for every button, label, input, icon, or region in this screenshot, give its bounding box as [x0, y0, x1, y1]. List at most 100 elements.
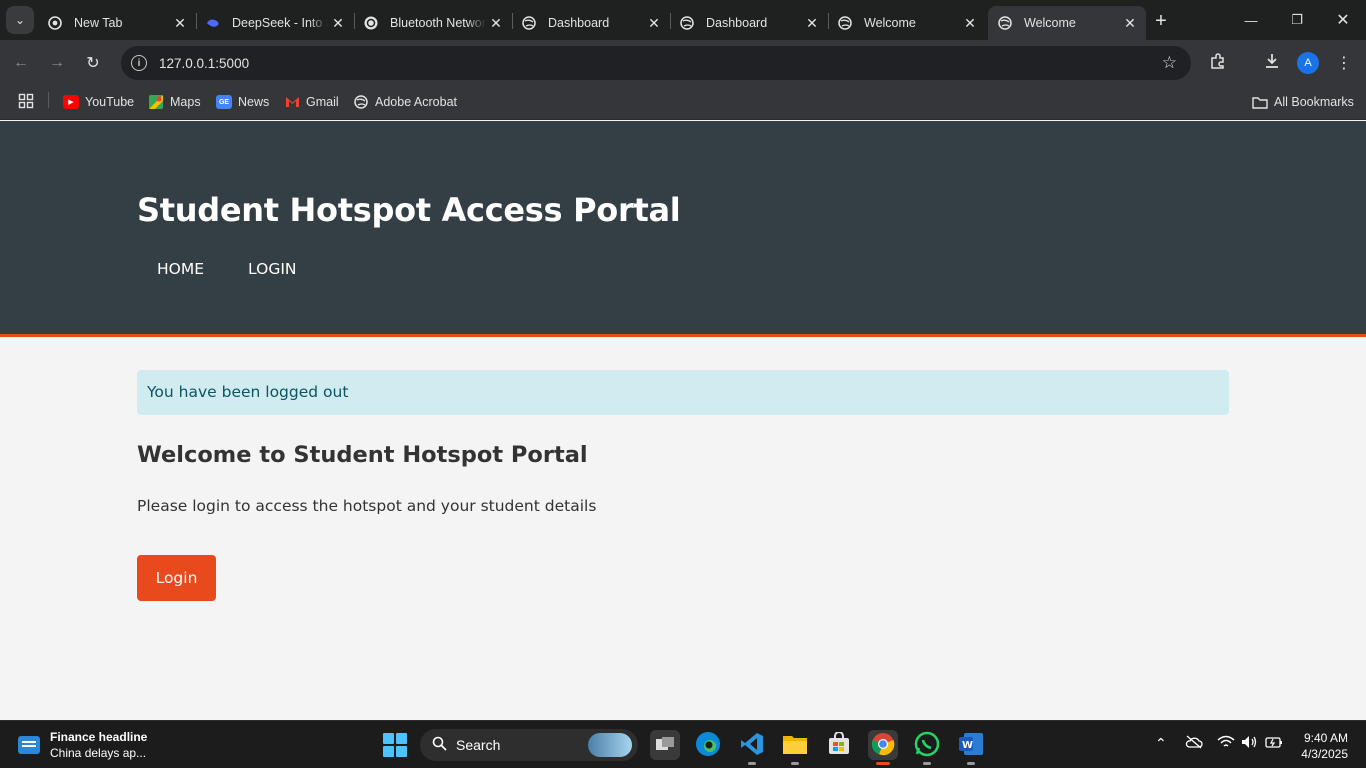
- nav-home-link[interactable]: HOME: [157, 260, 204, 278]
- close-icon[interactable]: ✕: [960, 13, 980, 33]
- close-icon[interactable]: ✕: [170, 13, 190, 33]
- tab-welcome-1[interactable]: Welcome ✕: [828, 6, 986, 40]
- downloads-button[interactable]: [1259, 50, 1285, 76]
- bookmark-youtube[interactable]: ▶ YouTube: [63, 93, 134, 111]
- site-nav: HOME LOGIN: [157, 260, 341, 278]
- site-title: Student Hotspot Access Portal: [137, 191, 681, 229]
- close-icon[interactable]: ✕: [328, 13, 348, 33]
- bookmark-label: YouTube: [85, 95, 135, 109]
- chrome-app[interactable]: [868, 730, 898, 765]
- news-widget-icon: [18, 736, 40, 754]
- onedrive-icon[interactable]: [1185, 735, 1203, 752]
- vscode-app[interactable]: [737, 730, 767, 765]
- close-icon[interactable]: ✕: [1120, 13, 1140, 33]
- edge-app[interactable]: [693, 730, 723, 760]
- wifi-icon[interactable]: [1217, 735, 1235, 752]
- bookmark-label: Adobe Acrobat: [375, 95, 458, 109]
- taskbar: Finance headline China delays ap... Sear…: [0, 720, 1366, 768]
- forward-button[interactable]: →: [44, 50, 70, 76]
- chevron-up-icon[interactable]: ⌃: [1155, 735, 1167, 752]
- close-icon: ✕: [1336, 12, 1350, 29]
- task-view-icon: [655, 736, 675, 755]
- globe-icon: [522, 16, 536, 30]
- site-info-icon[interactable]: i: [131, 55, 147, 71]
- whatsapp-app[interactable]: [912, 730, 942, 765]
- tab-title: Bluetooth Network: [390, 16, 486, 30]
- welcome-heading: Welcome to Student Hotspot Portal: [137, 442, 588, 468]
- task-view-button[interactable]: [650, 730, 680, 760]
- extensions-button[interactable]: [1205, 50, 1231, 76]
- system-clock[interactable]: 9:40 AM 4/3/2025: [1296, 730, 1348, 762]
- file-explorer-app[interactable]: [780, 730, 810, 765]
- close-icon[interactable]: ✕: [486, 13, 506, 33]
- restore-icon: ❐: [1291, 12, 1303, 27]
- all-bookmarks-label: All Bookmarks: [1274, 95, 1354, 109]
- tab-title: Dashboard: [548, 16, 610, 30]
- address-bar[interactable]: i 127.0.0.1:5000 ☆: [121, 46, 1191, 80]
- search-highlight-art: [588, 733, 632, 757]
- tab-dashboard-1[interactable]: Dashboard ✕: [512, 6, 670, 40]
- news-headline: Finance headline: [50, 730, 148, 744]
- store-app[interactable]: [824, 730, 854, 760]
- minimize-button[interactable]: —: [1228, 6, 1274, 34]
- bookmark-news[interactable]: GE News: [216, 93, 269, 111]
- tab-title: DeepSeek - Into the Unknown: [232, 16, 328, 30]
- close-icon[interactable]: ✕: [802, 13, 822, 33]
- bookmark-star-icon[interactable]: ☆: [1162, 53, 1177, 73]
- folder-icon: [1252, 95, 1268, 109]
- news-subline: China delays ap...: [50, 746, 147, 760]
- tab-bluetooth[interactable]: Bluetooth Network ✕: [354, 6, 512, 40]
- globe-icon: [838, 16, 852, 30]
- globe-icon: [998, 16, 1012, 30]
- login-button[interactable]: Login: [137, 555, 216, 601]
- browser-toolbar: ← → ↻ i 127.0.0.1:5000 ☆ ⋮: [0, 40, 1366, 85]
- close-icon[interactable]: ✕: [644, 13, 664, 33]
- volume-icon[interactable]: [1241, 735, 1259, 752]
- restore-button[interactable]: ❐: [1274, 6, 1320, 34]
- new-tab-button[interactable]: +: [1148, 8, 1174, 34]
- search-icon: [432, 736, 447, 755]
- kebab-menu-icon: ⋮: [1336, 55, 1352, 72]
- globe-icon: [680, 16, 694, 30]
- tab-search-button[interactable]: ⌄: [6, 6, 34, 34]
- site-header: Student Hotspot Access Portal HOME LOGIN: [0, 121, 1366, 337]
- bookmarks-bar: ▶ YouTube Maps GE News Gmail Adobe Acrob…: [0, 85, 1366, 120]
- reload-button[interactable]: ↻: [80, 50, 106, 76]
- whatsapp-icon: [914, 731, 940, 760]
- bookmark-gmail[interactable]: Gmail: [284, 93, 339, 111]
- battery-icon[interactable]: [1265, 735, 1283, 752]
- tab-title: Welcome: [864, 16, 916, 30]
- back-button[interactable]: ←: [8, 50, 34, 76]
- news-widget[interactable]: Finance headline China delays ap...: [18, 729, 147, 761]
- close-window-button[interactable]: ✕: [1320, 6, 1366, 34]
- deepseek-icon: [206, 16, 220, 30]
- youtube-icon: ▶: [63, 95, 79, 109]
- nav-login-link[interactable]: LOGIN: [248, 260, 296, 278]
- taskbar-search[interactable]: Search: [420, 729, 638, 761]
- url-text[interactable]: 127.0.0.1:5000: [159, 56, 249, 71]
- bookmark-adobe-acrobat[interactable]: Adobe Acrobat: [353, 93, 457, 111]
- chrome-icon: [48, 16, 62, 30]
- flash-message: You have been logged out: [137, 370, 1229, 415]
- apps-grid-icon: [18, 93, 34, 112]
- chrome-icon: [871, 732, 895, 759]
- store-icon: [827, 730, 851, 759]
- bookmark-label: News: [238, 95, 270, 109]
- tab-welcome-active[interactable]: Welcome ✕: [988, 6, 1146, 40]
- profile-avatar[interactable]: A: [1297, 52, 1319, 74]
- all-bookmarks-button[interactable]: All Bookmarks: [1252, 93, 1354, 111]
- tab-deepseek[interactable]: DeepSeek - Into the Unknown ✕: [196, 6, 354, 40]
- bookmark-maps[interactable]: Maps: [148, 93, 201, 111]
- word-icon: W: [958, 732, 984, 759]
- menu-button[interactable]: ⋮: [1331, 50, 1357, 76]
- start-button[interactable]: [383, 733, 407, 757]
- folder-icon: [782, 733, 808, 758]
- vscode-icon: [739, 731, 765, 760]
- puzzle-icon: [1209, 52, 1227, 75]
- apps-button[interactable]: [18, 93, 34, 111]
- tab-title: Welcome: [1024, 16, 1076, 30]
- tab-new-tab[interactable]: New Tab ✕: [38, 6, 196, 40]
- word-app[interactable]: W: [956, 730, 986, 765]
- clock-time: 9:40 AM: [1303, 731, 1348, 745]
- tab-dashboard-2[interactable]: Dashboard ✕: [670, 6, 828, 40]
